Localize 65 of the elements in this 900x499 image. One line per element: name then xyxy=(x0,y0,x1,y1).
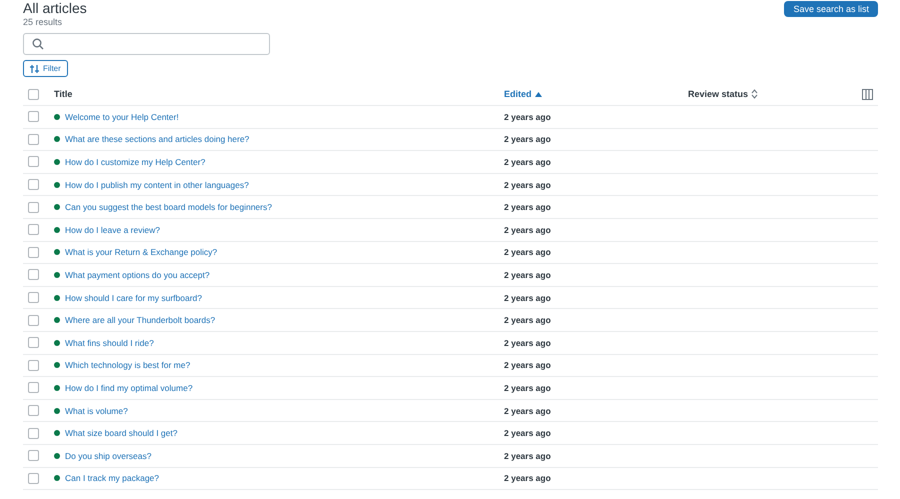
article-link[interactable]: What is volume? xyxy=(65,406,128,416)
column-header[interactable]: Review status xyxy=(688,89,758,99)
edited-cell: 2 years ago xyxy=(504,247,551,258)
search-icon xyxy=(32,38,44,50)
columns-icon[interactable] xyxy=(862,88,873,100)
row-checkbox[interactable] xyxy=(28,314,39,326)
row-checkbox[interactable] xyxy=(28,292,39,304)
edited-cell: 2 years ago xyxy=(504,270,551,280)
search-field[interactable] xyxy=(23,33,270,55)
row-checkbox[interactable] xyxy=(28,428,39,439)
edited-cell: 2 years ago xyxy=(504,224,551,235)
row-checkbox[interactable] xyxy=(28,269,39,280)
article-link[interactable]: How do I publish my content in other languages? xyxy=(65,180,249,190)
select-all-checkbox[interactable] xyxy=(28,88,39,100)
article-link[interactable]: What payment options do you accept? xyxy=(65,270,210,280)
edited-cell: 2 years ago xyxy=(504,180,551,190)
sort-icon xyxy=(751,89,758,99)
edited-cell: 2 years ago xyxy=(504,450,551,461)
row-checkbox[interactable] xyxy=(28,179,39,190)
edited-cell: 2 years ago xyxy=(504,406,551,416)
save-search-button[interactable]: Save search as list xyxy=(784,1,878,17)
edited-cell: 2 years ago xyxy=(504,112,551,122)
article-link[interactable]: What fins should I ride? xyxy=(65,338,154,348)
filter-button[interactable]: Filter xyxy=(23,60,68,77)
edited-cell: 2 years ago xyxy=(504,134,551,144)
edited-cell: 2 years ago xyxy=(504,292,551,303)
sliders-icon xyxy=(30,64,39,72)
edited-cell: 2 years ago xyxy=(504,382,551,393)
row-checkbox[interactable] xyxy=(28,224,39,236)
row-checkbox[interactable] xyxy=(28,360,39,371)
row-checkbox[interactable] xyxy=(28,405,39,416)
page-title: All articles xyxy=(23,0,87,16)
article-link[interactable]: Can I track my package? xyxy=(65,473,160,484)
result-count: 25 results xyxy=(23,17,64,27)
article-link[interactable]: How do I leave a review? xyxy=(65,224,160,235)
sort-ascending-icon xyxy=(534,92,542,96)
column-header[interactable]: Edited xyxy=(504,89,688,99)
row-checkbox[interactable] xyxy=(28,450,39,462)
article-link[interactable]: What are these sections and articles doing here? xyxy=(65,134,250,144)
edited-cell: 2 years ago xyxy=(504,156,551,167)
row-checkbox[interactable] xyxy=(28,246,39,258)
article-link[interactable]: How should I care for my surfboard? xyxy=(65,292,202,303)
edited-cell: 2 years ago xyxy=(504,338,551,348)
row-checkbox[interactable] xyxy=(28,134,39,145)
edited-cell: 2 years ago xyxy=(504,473,551,484)
edited-cell: 2 years ago xyxy=(504,202,551,212)
edited-cell: 2 years ago xyxy=(504,315,551,326)
article-link[interactable]: What is your Return & Exchange policy? xyxy=(65,247,218,258)
edited-cell: 2 years ago xyxy=(504,428,551,438)
article-link[interactable]: How do I find my optimal volume? xyxy=(65,382,193,393)
article-link[interactable]: Can you suggest the best board models for beginners? xyxy=(65,202,272,212)
article-link[interactable]: How do I customize my Help Center? xyxy=(65,156,206,167)
article-link[interactable]: Welcome to your Help Center! xyxy=(65,112,179,122)
row-checkbox[interactable] xyxy=(28,156,39,168)
row-checkbox[interactable] xyxy=(28,472,39,484)
row-checkbox[interactable] xyxy=(28,337,39,348)
article-link[interactable]: Which technology is best for me? xyxy=(65,360,190,370)
row-checkbox[interactable] xyxy=(28,382,39,394)
article-link[interactable]: Where are all your Thunderbolt boards? xyxy=(65,315,216,326)
row-checkbox[interactable] xyxy=(28,202,39,213)
row-checkbox[interactable] xyxy=(28,111,39,122)
column-header[interactable]: Title xyxy=(54,89,504,99)
article-link[interactable]: What size board should I get? xyxy=(65,428,178,438)
article-link[interactable]: Do you ship overseas? xyxy=(65,450,152,461)
edited-cell: 2 years ago xyxy=(504,360,551,370)
